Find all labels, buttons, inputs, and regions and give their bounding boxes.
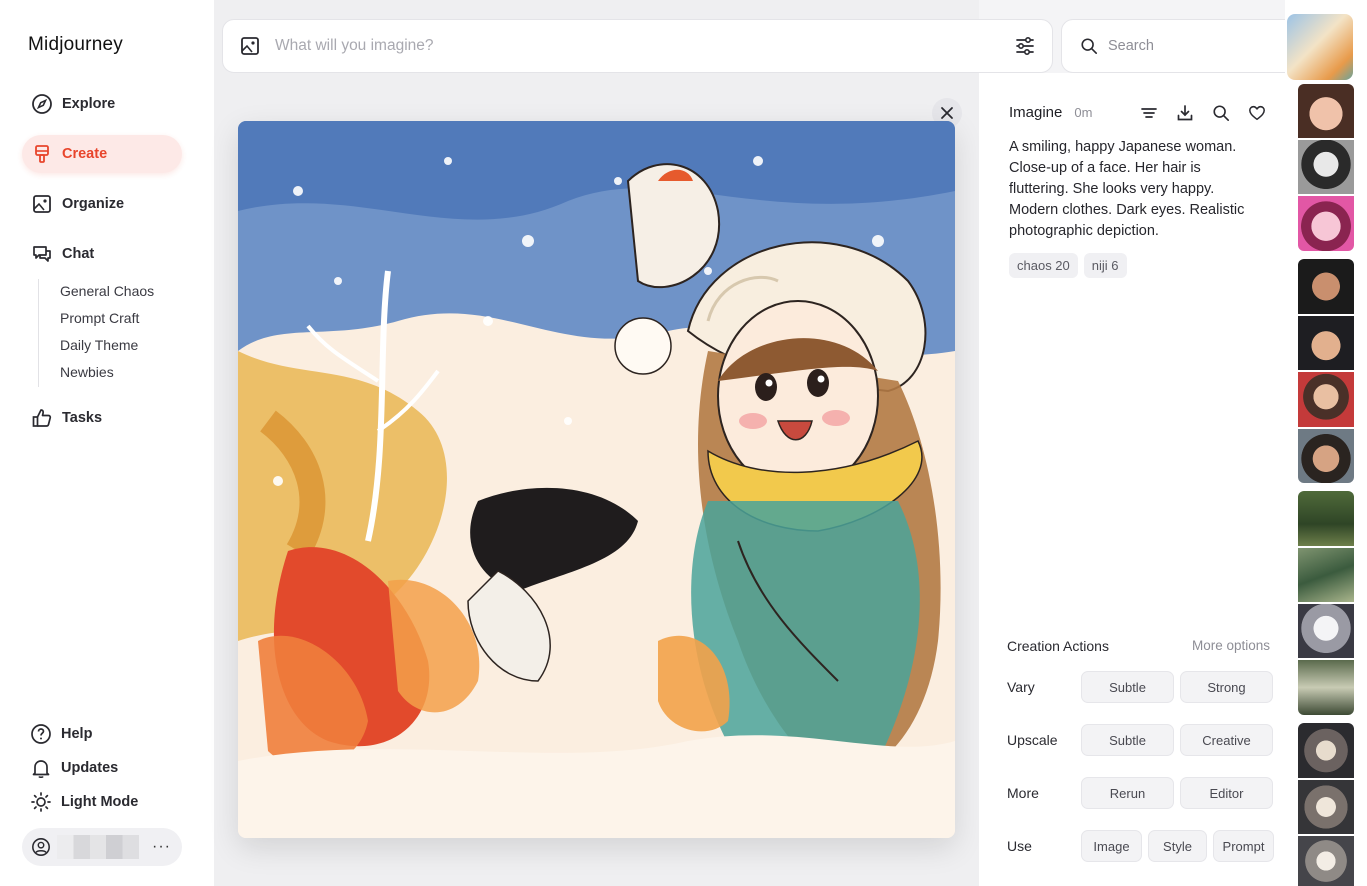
more-row: More Rerun Editor: [1007, 777, 1279, 809]
parameter-tag: chaos 20: [1009, 253, 1078, 278]
chat-room-item[interactable]: General Chaos: [60, 279, 154, 306]
nav-tasks-label: Tasks: [62, 410, 103, 426]
user-account[interactable]: ···: [22, 828, 182, 866]
chat-room-item[interactable]: Daily Theme: [60, 333, 154, 360]
nav-help-label: Help: [61, 726, 93, 742]
nav-explore-label: Explore: [62, 96, 116, 112]
generated-image[interactable]: [238, 121, 955, 838]
close-icon: [940, 106, 954, 120]
light-mode-toggle[interactable]: Light Mode: [22, 787, 182, 817]
history-thumbnail[interactable]: [1298, 372, 1354, 427]
use-row: Use Image Style Prompt: [1007, 830, 1280, 862]
compass-icon: [31, 93, 53, 115]
job-action-icons: [1138, 102, 1268, 124]
imagine-bar[interactable]: What will you imagine?: [222, 19, 1053, 73]
history-thumbnail[interactable]: [1298, 723, 1354, 778]
help-icon: [30, 723, 52, 745]
more-options-icon[interactable]: ···: [152, 838, 171, 856]
job-header: Imagine 0m: [1009, 104, 1092, 121]
more-label: More: [1007, 785, 1039, 801]
history-thumbnail[interactable]: [1298, 780, 1354, 834]
search-similar-icon[interactable]: [1210, 102, 1232, 124]
vary-subtle-button[interactable]: Subtle: [1081, 671, 1174, 703]
download-icon[interactable]: [1174, 102, 1196, 124]
chat-room-item[interactable]: Newbies: [60, 360, 154, 387]
vary-label: Vary: [1007, 679, 1035, 695]
sun-icon: [30, 791, 52, 813]
use-prompt-button[interactable]: Prompt: [1213, 830, 1274, 862]
creation-actions-title: Creation Actions: [1007, 638, 1109, 654]
chat-room-item[interactable]: Prompt Craft: [60, 306, 154, 333]
nav-create[interactable]: Create: [22, 135, 182, 173]
chat-room-list: General Chaos Prompt Craft Daily Theme N…: [38, 279, 154, 387]
history-thumbnail[interactable]: [1298, 660, 1354, 715]
nav-help[interactable]: Help: [22, 719, 182, 749]
history-thumbnail[interactable]: [1298, 196, 1354, 251]
history-thumbnail[interactable]: [1287, 14, 1353, 80]
history-thumbnail[interactable]: [1298, 259, 1354, 314]
upscale-row: Upscale Subtle Creative: [1007, 724, 1279, 756]
thumbs-up-icon: [31, 407, 53, 429]
nav-tasks[interactable]: Tasks: [22, 399, 182, 437]
upscale-creative-button[interactable]: Creative: [1180, 724, 1273, 756]
nav-organize-label: Organize: [62, 196, 125, 212]
image-icon: [31, 193, 53, 215]
history-thumbnail[interactable]: [1298, 548, 1354, 602]
upscale-subtle-button[interactable]: Subtle: [1081, 724, 1174, 756]
history-thumbnail[interactable]: [1298, 836, 1354, 886]
image-icon[interactable]: [239, 35, 261, 57]
use-style-button[interactable]: Style: [1148, 830, 1207, 862]
history-thumbnail[interactable]: [1298, 140, 1354, 194]
brush-icon: [31, 143, 53, 165]
light-mode-label: Light Mode: [61, 794, 139, 810]
heart-icon[interactable]: [1246, 102, 1268, 124]
job-time: 0m: [1074, 105, 1093, 120]
options-list-icon[interactable]: [1138, 102, 1160, 124]
history-thumbnail[interactable]: [1298, 604, 1354, 658]
nav-create-label: Create: [62, 146, 108, 162]
history-thumbnail[interactable]: [1298, 84, 1354, 138]
search-input[interactable]: Search: [1108, 38, 1154, 54]
settings-sliders-icon[interactable]: [1014, 35, 1036, 57]
nav-chat[interactable]: Chat: [22, 235, 182, 273]
nav-chat-label: Chat: [62, 246, 95, 262]
editor-button[interactable]: Editor: [1180, 777, 1273, 809]
user-icon: [31, 837, 51, 857]
history-strip: [1285, 0, 1367, 886]
bell-icon: [30, 757, 52, 779]
imagine-input[interactable]: What will you imagine?: [275, 37, 1014, 55]
search-bar[interactable]: Search: [1061, 19, 1320, 73]
parameter-tag: niji 6: [1083, 253, 1127, 278]
more-options-link[interactable]: More options: [1192, 638, 1270, 653]
search-icon: [1080, 37, 1098, 55]
sidebar: Midjourney Explore Create Organize Chat …: [0, 0, 214, 886]
nav-organize[interactable]: Organize: [22, 185, 182, 223]
vary-row: Vary Subtle Strong: [1007, 671, 1279, 703]
job-type: Imagine: [1009, 104, 1063, 121]
parameter-tags: chaos 20 niji 6: [1009, 253, 1127, 278]
nav-explore[interactable]: Explore: [22, 85, 182, 123]
vary-strong-button[interactable]: Strong: [1180, 671, 1273, 703]
redacted-username: [57, 835, 139, 859]
nav-updates[interactable]: Updates: [22, 753, 182, 783]
app-logo[interactable]: Midjourney: [28, 34, 123, 56]
nav-updates-label: Updates: [61, 760, 119, 776]
history-thumbnail[interactable]: [1298, 429, 1354, 483]
rerun-button[interactable]: Rerun: [1081, 777, 1174, 809]
use-label: Use: [1007, 838, 1032, 854]
prompt-text: A smiling, happy Japanese woman. Close-u…: [1009, 139, 1245, 239]
chat-icon: [31, 243, 53, 265]
history-thumbnail[interactable]: [1298, 491, 1354, 546]
use-image-button[interactable]: Image: [1081, 830, 1142, 862]
upscale-label: Upscale: [1007, 732, 1058, 748]
history-thumbnail[interactable]: [1298, 316, 1354, 370]
